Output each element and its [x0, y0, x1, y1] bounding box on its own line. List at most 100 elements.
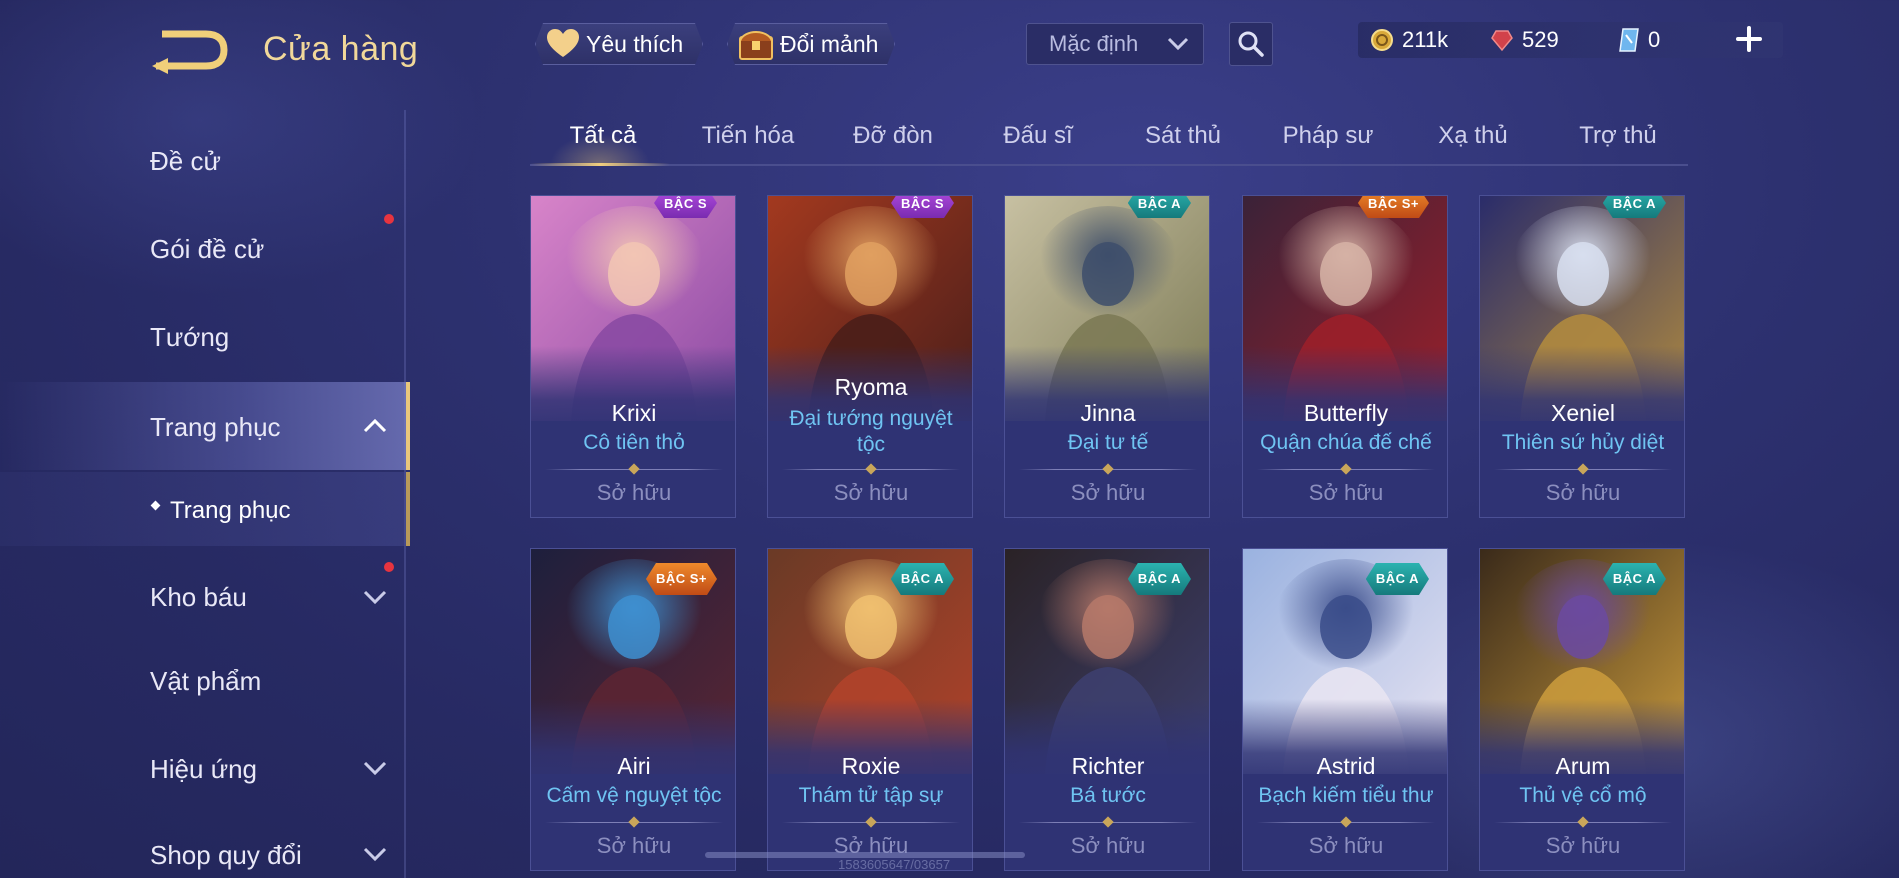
- skin-card[interactable]: BẬC A Xeniel Thiên sứ hủy diệt Sở hữu: [1479, 195, 1685, 518]
- skin-name: Cô tiên thỏ: [583, 431, 685, 454]
- tier-badge: BẬC S+: [1358, 195, 1429, 218]
- tier-badge: BẬC A: [1366, 563, 1429, 595]
- tab-label: Tiến hóa: [701, 122, 795, 149]
- skin-name: Đại tướng nguyệt tộc: [789, 407, 953, 456]
- notification-dot: [384, 562, 394, 572]
- ownership-status: Sở hữu: [833, 480, 909, 505]
- sidebar-item-label: Trang phục: [150, 412, 281, 442]
- card-divider: [1494, 469, 1672, 470]
- watermark: 1583605647/03657: [838, 857, 951, 872]
- hero-name: Xeniel: [1551, 400, 1615, 426]
- add-currency-button[interactable]: [1732, 24, 1766, 58]
- search-button[interactable]: [1229, 22, 1273, 66]
- sidebar-item-label: Kho báu: [150, 582, 247, 612]
- sort-dropdown[interactable]: Mặc định: [1026, 23, 1204, 65]
- ownership-status: Sở hữu: [1070, 480, 1146, 505]
- ownership-status: Sở hữu: [596, 480, 672, 505]
- card-divider: [782, 822, 960, 823]
- sidebar-item-treasure[interactable]: Kho báu: [0, 548, 410, 624]
- card-divider: [782, 469, 960, 470]
- coupon-icon: [1619, 28, 1639, 52]
- skin-card[interactable]: BẬC S Krixi Cô tiên thỏ Sở hữu: [530, 195, 736, 518]
- sidebar: Đề cử Gói đề cử Tướng Trang phục Trang p…: [0, 110, 410, 878]
- hero-name: Butterfly: [1303, 400, 1389, 426]
- treasure-chest-icon: [738, 27, 774, 61]
- skin-name: Thủ vệ cổ mộ: [1519, 784, 1647, 807]
- tab-label: Pháp sư: [1282, 122, 1374, 149]
- tab-marksman[interactable]: Xạ thủ: [1400, 122, 1546, 150]
- skin-card[interactable]: BẬC A Roxie Thám tử tập sự Sở hữu: [767, 548, 973, 871]
- tab-label: Xạ thủ: [1438, 122, 1508, 149]
- tier-badge: BẬC S: [891, 195, 954, 218]
- chevron-up-icon: [363, 418, 387, 433]
- tier-badge: BẬC A: [1603, 195, 1666, 218]
- gold-amount: 211k: [1402, 27, 1449, 52]
- tier-badge: BẬC A: [1128, 195, 1191, 218]
- hero-name: Roxie: [841, 753, 901, 779]
- skin-card[interactable]: BẬC S+ Airi Cấm vệ nguyệt tộc Sở hữu: [530, 548, 736, 871]
- sidebar-item-label: Hiệu ứng: [150, 754, 258, 784]
- coupon-amount: 0: [1648, 27, 1661, 52]
- coupon-balance: 0: [1618, 27, 1660, 53]
- skin-card[interactable]: BẬC S+ Butterfly Quận chúa đế chế Sở hữu: [1242, 195, 1448, 518]
- tab-label: Trợ thủ: [1579, 122, 1657, 149]
- sidebar-item-recommended[interactable]: Đề cử: [0, 122, 410, 198]
- active-tab-indicator: [530, 163, 670, 166]
- hero-name: Krixi: [611, 400, 657, 426]
- sort-value: Mặc định: [1049, 31, 1139, 56]
- sidebar-item-skins[interactable]: Trang phục: [0, 382, 410, 470]
- tab-support[interactable]: Trợ thủ: [1545, 122, 1691, 150]
- chevron-down-icon: [363, 590, 387, 605]
- tab-mage[interactable]: Pháp sư: [1255, 122, 1401, 150]
- chevron-down-icon: [1167, 37, 1189, 51]
- tab-evolution[interactable]: Tiến hóa: [675, 122, 821, 150]
- ruby-gem-icon: [1491, 30, 1513, 52]
- sidebar-subitem-label: Trang phục: [170, 497, 291, 524]
- hero-name: Richter: [1071, 753, 1145, 779]
- sidebar-item-items[interactable]: Vật phẩm: [0, 642, 410, 718]
- tier-badge: BẬC A: [1128, 563, 1191, 595]
- sidebar-item-recommended-bundles[interactable]: Gói đề cử: [0, 210, 410, 286]
- hero-name: Ryoma: [834, 374, 908, 400]
- hero-name: Arum: [1555, 753, 1611, 779]
- exchange-button[interactable]: Đổi mảnh: [727, 23, 895, 65]
- back-button[interactable]: [148, 28, 230, 74]
- heart-icon: [546, 29, 580, 59]
- hero-name: Airi: [617, 753, 651, 779]
- favorites-label: Yêu thích: [586, 30, 684, 57]
- category-tabs: Tất cả Tiến hóa Đỡ đòn Đấu sĩ Sát thủ Ph…: [530, 110, 1688, 166]
- skin-name: Đại tư tế: [1067, 431, 1149, 454]
- tab-assassin[interactable]: Sát thủ: [1110, 122, 1256, 150]
- tab-fighter[interactable]: Đấu sĩ: [965, 122, 1111, 150]
- tab-label: Đỡ đòn: [853, 122, 933, 149]
- sidebar-item-label: Đề cử: [150, 146, 221, 176]
- plus-icon: [1736, 26, 1762, 52]
- chevron-down-icon: [363, 847, 387, 862]
- skin-name: Thiên sứ hủy diệt: [1501, 431, 1665, 454]
- tier-badge: BẬC S: [654, 195, 717, 218]
- page-title: Cửa hàng: [263, 30, 419, 68]
- exchange-label: Đổi mảnh: [780, 30, 879, 57]
- skin-card[interactable]: BẬC S Ryoma Đại tướng nguyệt tộc Sở hữu: [767, 195, 973, 518]
- skin-card[interactable]: BẬC A Richter Bá tước Sở hữu: [1004, 548, 1210, 871]
- ownership-status: Sở hữu: [1070, 833, 1146, 858]
- skin-card[interactable]: BẬC A Jinna Đại tư tế Sở hữu: [1004, 195, 1210, 518]
- tab-label: Đấu sĩ: [1003, 122, 1073, 149]
- sidebar-item-label: Gói đề cử: [150, 234, 265, 264]
- skin-name: Bạch kiếm tiểu thư: [1258, 784, 1434, 807]
- sidebar-item-exchange-shop[interactable]: Shop quy đổi: [0, 816, 410, 878]
- skin-card[interactable]: BẬC A Astrid Bạch kiếm tiểu thư Sở hữu: [1242, 548, 1448, 871]
- sidebar-item-effects[interactable]: Hiệu ứng: [0, 730, 410, 806]
- ownership-status: Sở hữu: [1545, 833, 1621, 858]
- favorites-button[interactable]: Yêu thích: [535, 23, 703, 65]
- tab-label: Sát thủ: [1144, 122, 1222, 149]
- skin-card[interactable]: BẬC A Arum Thủ vệ cổ mộ Sở hữu: [1479, 548, 1685, 871]
- gold-balance: 211k: [1370, 27, 1448, 53]
- sidebar-item-heroes[interactable]: Tướng: [0, 298, 410, 374]
- tab-tank[interactable]: Đỡ đòn: [820, 122, 966, 150]
- notification-dot: [384, 214, 394, 224]
- skin-grid: BẬC S Krixi Cô tiên thỏ Sở hữu BẬC S Ryo…: [530, 195, 1690, 878]
- tier-badge: BẬC A: [1603, 563, 1666, 595]
- sidebar-subitem-skins[interactable]: Trang phục: [0, 472, 410, 546]
- ownership-status: Sở hữu: [1308, 480, 1384, 505]
